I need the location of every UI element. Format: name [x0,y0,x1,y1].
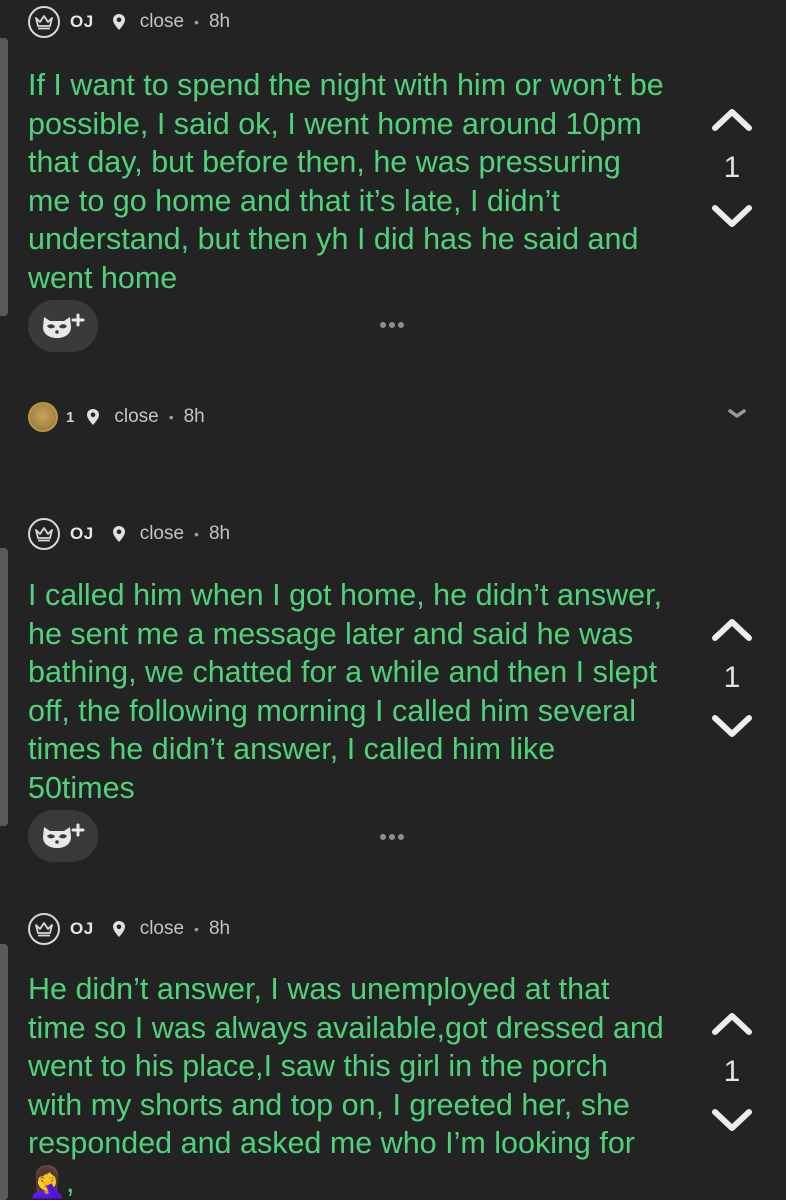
post-body: If I want to spend the night with him or… [28,68,664,295]
thread-line [0,944,8,1200]
timestamp: 8h [208,523,231,544]
separator-dot: • [168,409,174,425]
more-dots-icon[interactable] [380,832,406,842]
chevron-down-icon[interactable] [709,202,755,232]
crown-icon[interactable] [28,6,60,38]
collapsed-reply[interactable]: 1 close • 8h [28,398,205,436]
vote-control: 1 [702,614,762,742]
post-body: I called him when I got home, he didn’t … [28,578,663,805]
reply-count: 1 [66,408,75,426]
crown-icon[interactable] [28,913,60,945]
timestamp: 8h [208,918,231,939]
thread-line [0,548,8,826]
expand-chevron-icon[interactable] [722,404,752,424]
chevron-up-icon[interactable] [709,1008,755,1038]
thread-line [0,38,8,316]
chevron-down-icon[interactable] [709,712,755,742]
vote-control: 1 [702,1008,762,1136]
post-header: OJ close • 8h [28,5,230,39]
avatar[interactable] [28,402,58,432]
location-pin-icon [112,526,125,542]
crown-icon[interactable] [28,518,60,550]
location-label: close [114,406,159,427]
location-label: close [139,523,185,544]
vote-control: 1 [702,104,762,232]
author-name[interactable]: OJ [70,12,94,32]
author-name[interactable]: OJ [70,919,94,939]
chevron-up-icon[interactable] [709,104,755,134]
location-pin-icon [87,409,100,425]
vote-count: 1 [723,661,741,694]
location-pin-icon [112,921,125,937]
chevron-up-icon[interactable] [709,614,755,644]
location-label: close [139,918,185,939]
vote-count: 1 [723,1055,741,1088]
timestamp: 8h [208,11,231,32]
raccoon-plus-icon [43,823,85,848]
vote-count: 1 [723,151,741,184]
raccoon-plus-icon [43,313,85,338]
react-button[interactable] [28,810,98,862]
react-button[interactable] [28,300,98,352]
separator-dot: • [194,526,199,542]
separator-dot: • [194,921,199,937]
chevron-down-icon[interactable] [709,1106,755,1136]
location-pin-icon [112,14,125,30]
post-header: OJ close • 8h [28,912,230,946]
post-header: OJ close • 8h [28,517,230,551]
location-label: close [139,11,185,32]
author-name[interactable]: OJ [70,524,94,544]
timestamp: 8h [183,406,205,427]
post-body: He didn’t answer, I was unemployed at th… [28,972,664,1199]
separator-dot: • [194,14,199,30]
more-dots-icon[interactable] [380,320,406,330]
